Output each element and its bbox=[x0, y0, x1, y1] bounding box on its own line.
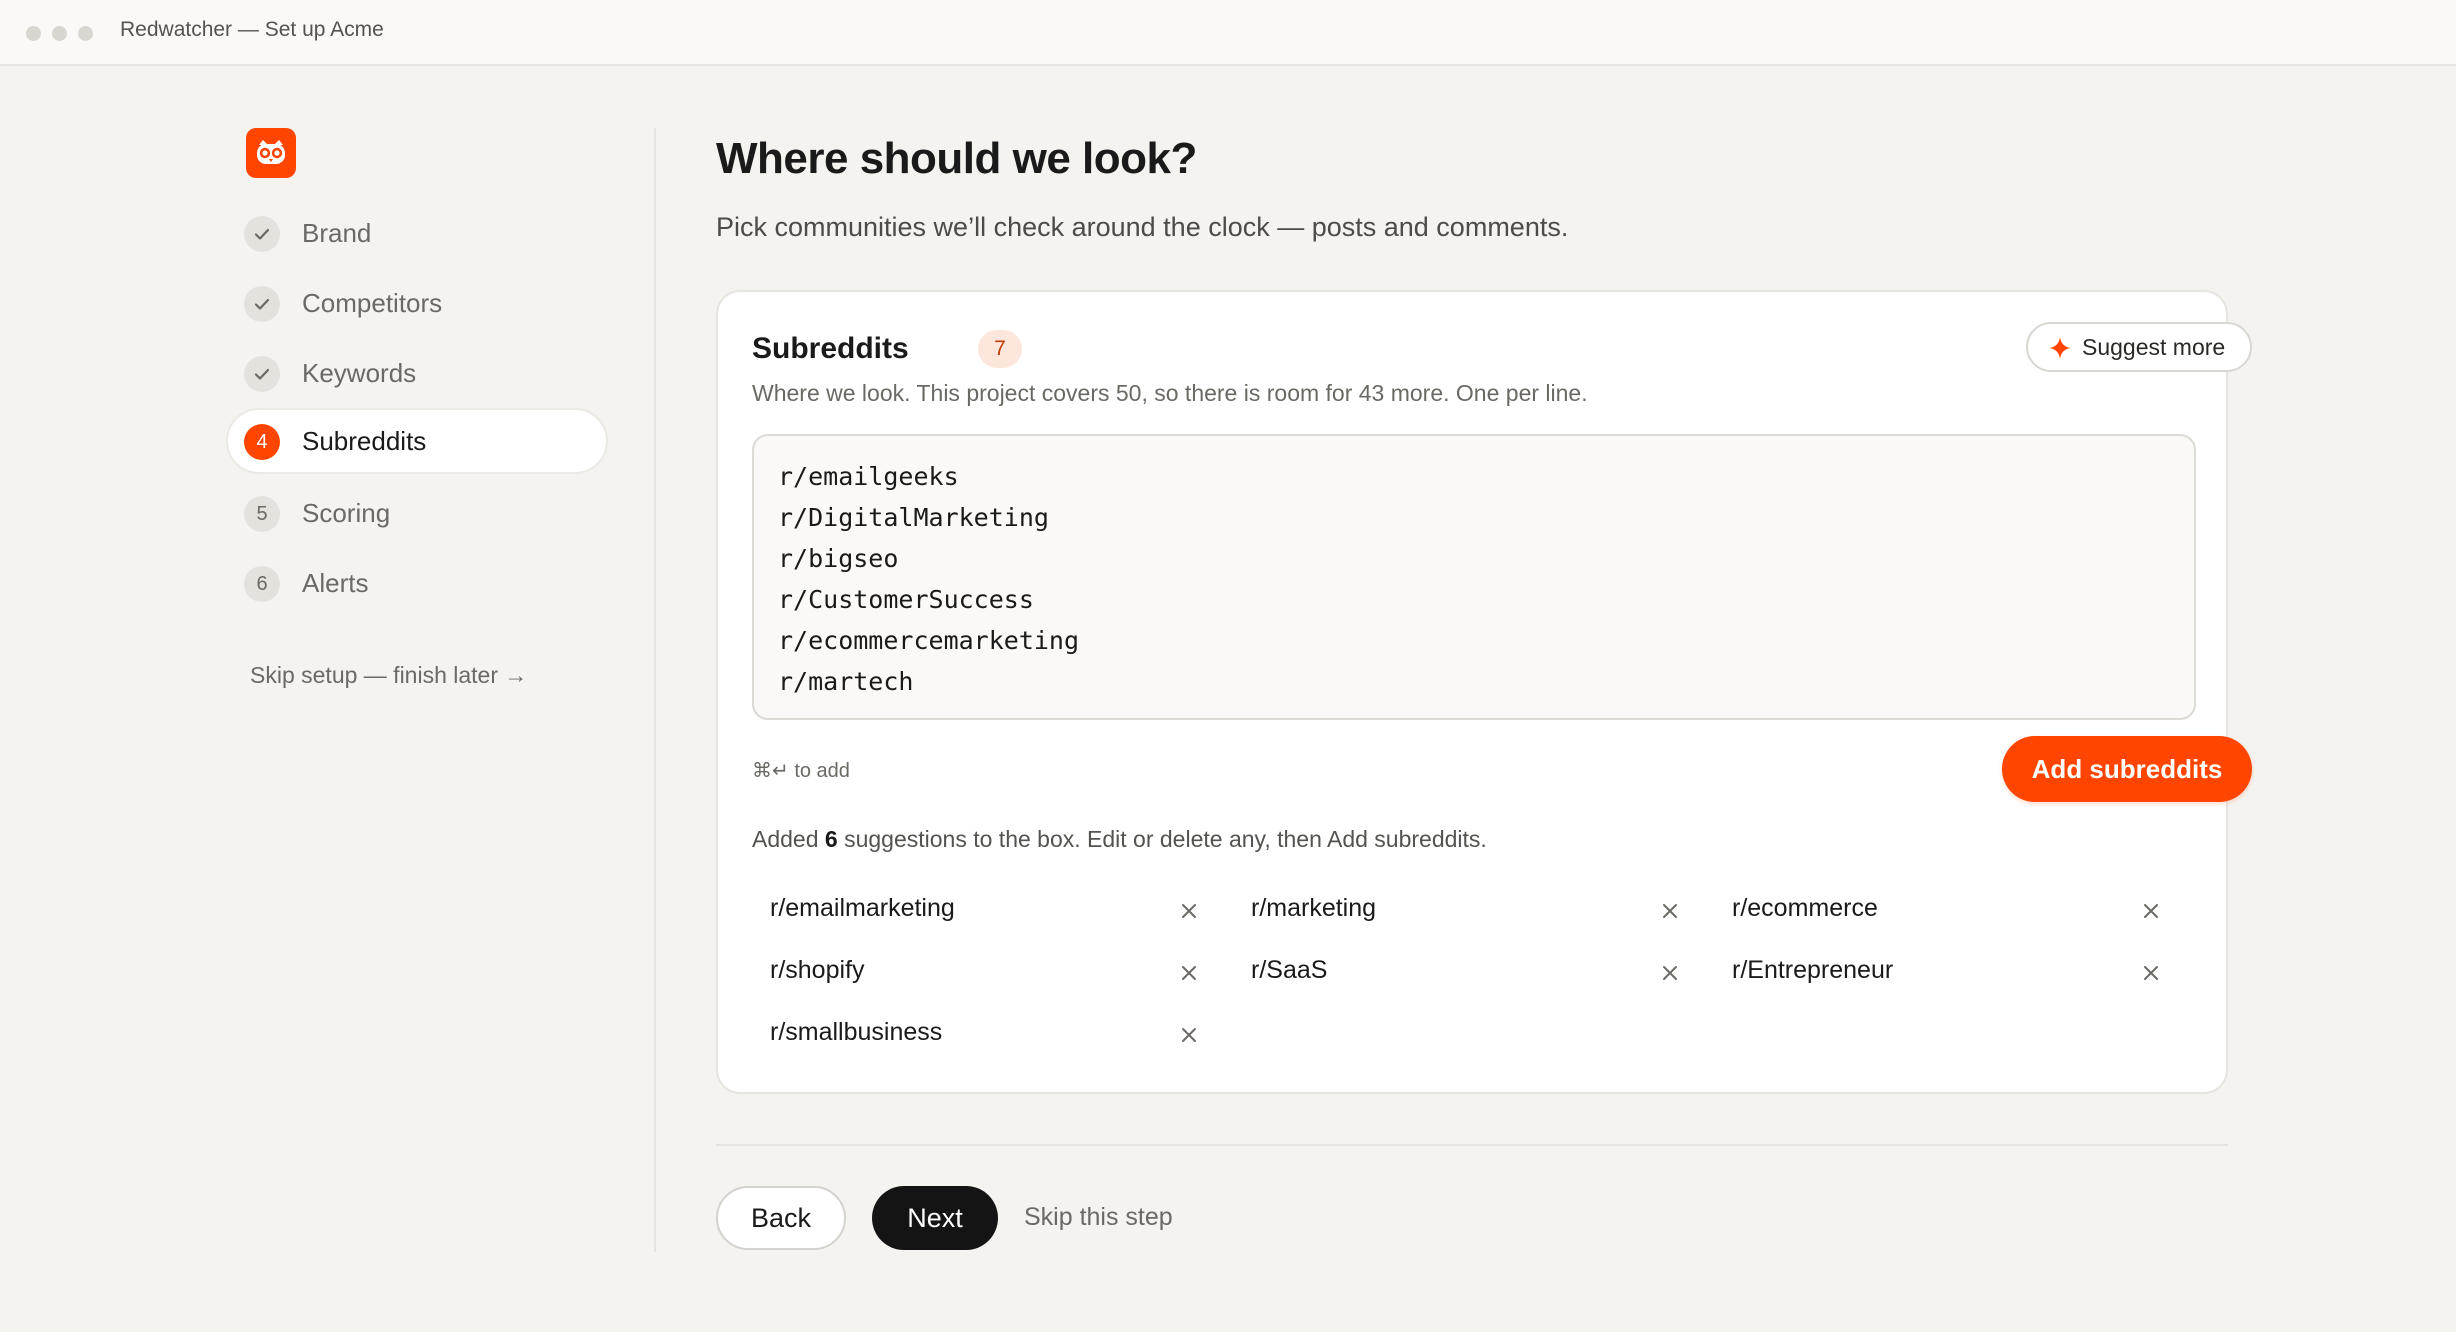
suggest-more-button[interactable]: Suggest more bbox=[2026, 322, 2252, 372]
sidebar-step-label: Brand bbox=[302, 218, 372, 248]
main-content: Where should we look? Pick communities w… bbox=[656, 66, 2456, 1332]
added-count: 6 bbox=[824, 826, 838, 852]
textarea-line: r/CustomerSuccess bbox=[778, 585, 1034, 614]
footer-divider bbox=[716, 1144, 2228, 1146]
sidebar-step-label: Scoring bbox=[302, 498, 391, 528]
page-subtitle: Pick communities we’ll check around the … bbox=[716, 212, 1569, 242]
suggestion-chip: r/ecommerce bbox=[1714, 884, 2168, 934]
suggestion-chip: r/marketing bbox=[1233, 884, 1687, 934]
step-number-badge: 5 bbox=[244, 496, 280, 532]
sidebar-step-keywords[interactable]: Keywords bbox=[226, 340, 608, 406]
added-suggestions-message: Added 6 suggestions to the box. Edit or … bbox=[752, 826, 1487, 853]
window-zoom-dot[interactable] bbox=[78, 26, 93, 41]
check-icon bbox=[244, 286, 280, 322]
window-minimize-dot[interactable] bbox=[52, 26, 67, 41]
subreddits-card: Subreddits 7 Suggest more Where we look.… bbox=[716, 290, 2252, 1094]
sparkle-icon bbox=[2049, 337, 2071, 359]
suggest-more-label: Suggest more bbox=[2082, 334, 2226, 360]
owl-icon bbox=[257, 140, 285, 164]
window-title: Redwatcher — Set up Acme bbox=[120, 18, 384, 41]
subreddits-textarea[interactable]: r/emailgeeks r/DigitalMarketing r/bigseo r/… bbox=[752, 434, 2196, 720]
suggestion-label: r/SaaS bbox=[1251, 956, 1328, 984]
remove-suggestion-icon[interactable] bbox=[1661, 902, 1679, 925]
textarea-line: r/DigitalMarketing bbox=[778, 503, 1049, 532]
step-number-badge: 6 bbox=[244, 566, 280, 602]
suggestion-chip: r/emailmarketing bbox=[752, 884, 1206, 934]
sidebar-step-brand[interactable]: Brand bbox=[226, 200, 608, 266]
card-title: Subreddits bbox=[752, 332, 909, 365]
card-description: Where we look. This project covers 50, s… bbox=[752, 380, 1588, 406]
next-button[interactable]: Next bbox=[872, 1186, 998, 1250]
remove-suggestion-icon[interactable] bbox=[1180, 1026, 1198, 1049]
sidebar-step-alerts[interactable]: 6 Alerts bbox=[226, 550, 608, 616]
suggestion-label: r/ecommerce bbox=[1732, 894, 1878, 922]
subreddit-count-badge: 7 bbox=[978, 330, 1022, 368]
suggestion-label: r/marketing bbox=[1251, 894, 1377, 922]
skip-step-link[interactable]: Skip this step bbox=[1024, 1203, 1173, 1232]
redwatcher-logo bbox=[246, 128, 296, 178]
suggestion-label: r/Entrepreneur bbox=[1732, 956, 1894, 984]
suggestion-chip: r/smallbusiness bbox=[752, 1008, 1206, 1058]
textarea-line: r/emailgeeks bbox=[778, 462, 959, 491]
step-number-badge: 4 bbox=[244, 424, 280, 460]
added-message-prefix: Added bbox=[752, 826, 825, 852]
keyboard-shortcut-hint: ⌘↵ to add bbox=[752, 760, 850, 782]
sidebar-step-subreddits[interactable]: 4 Subreddits bbox=[226, 408, 608, 474]
sidebar-step-competitors[interactable]: Competitors bbox=[226, 270, 608, 336]
skip-setup-link[interactable]: Skip setup — finish later → bbox=[250, 662, 527, 689]
suggestion-label: r/smallbusiness bbox=[770, 1018, 943, 1046]
remove-suggestion-icon[interactable] bbox=[1661, 964, 1679, 987]
suggestion-chip: r/SaaS bbox=[1233, 946, 1687, 996]
add-subreddits-button[interactable]: Add subreddits bbox=[2002, 736, 2252, 802]
textarea-line: r/bigseo bbox=[778, 544, 899, 573]
remove-suggestion-icon[interactable] bbox=[2142, 964, 2160, 987]
remove-suggestion-icon[interactable] bbox=[2142, 902, 2160, 925]
suggestion-chip: r/Entrepreneur bbox=[1714, 946, 2168, 996]
remove-suggestion-icon[interactable] bbox=[1180, 964, 1198, 987]
sidebar-step-label: Competitors bbox=[302, 288, 443, 318]
window-titlebar: Redwatcher — Set up Acme bbox=[0, 0, 2456, 66]
added-message-suffix: suggestions to the box. Edit or delete a… bbox=[837, 826, 1487, 852]
sidebar-step-label: Subreddits bbox=[302, 426, 427, 456]
check-icon bbox=[244, 356, 280, 392]
textarea-line: r/ecommercemarketing bbox=[778, 626, 1080, 655]
suggestion-chip: r/shopify bbox=[752, 946, 1206, 996]
page-title: Where should we look? bbox=[716, 134, 1197, 183]
suggestion-label: r/shopify bbox=[770, 956, 865, 984]
suggestion-label: r/emailmarketing bbox=[770, 894, 955, 922]
textarea-line: r/martech bbox=[778, 667, 914, 696]
remove-suggestion-icon[interactable] bbox=[1180, 902, 1198, 925]
sidebar-step-scoring[interactable]: 5 Scoring bbox=[226, 480, 608, 546]
sidebar-step-label: Alerts bbox=[302, 568, 369, 598]
back-button[interactable]: Back bbox=[716, 1186, 846, 1250]
window-close-dot[interactable] bbox=[26, 26, 41, 41]
check-icon bbox=[244, 216, 280, 252]
sidebar-step-label: Keywords bbox=[302, 358, 417, 388]
